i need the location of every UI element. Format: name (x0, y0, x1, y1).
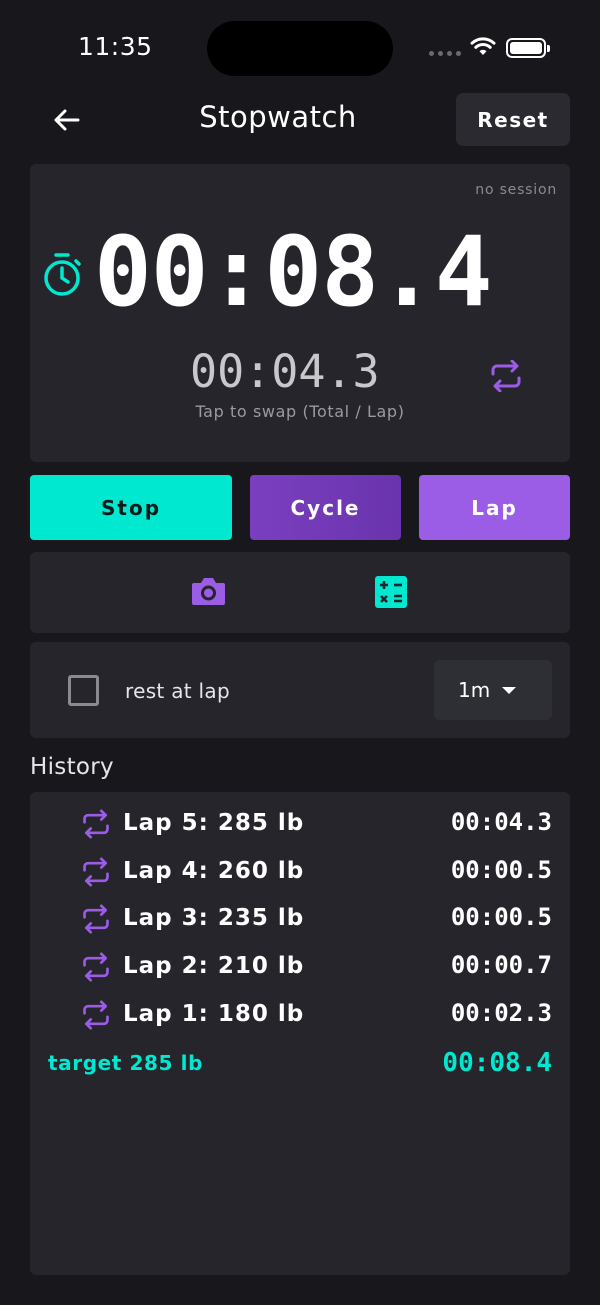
dynamic-island (207, 21, 393, 76)
list-item: Lap 1: 180 lb 00:02.3 (30, 995, 570, 1035)
lap-time-value: 00:04.3 (450, 808, 552, 836)
tools-bar (30, 552, 570, 633)
repeat-icon (83, 904, 109, 934)
lap-label: Lap 5: 285 lb (123, 810, 305, 836)
list-item: Lap 3: 235 lb 00:00.5 (30, 899, 570, 939)
list-item: Lap 5: 285 lb 00:04.3 (30, 804, 570, 844)
rest-row: rest at lap 1m (30, 642, 570, 738)
lap-time-value: 00:00.5 (450, 903, 552, 931)
rest-label: rest at lap (125, 679, 230, 703)
battery-icon (506, 38, 550, 58)
target-label: target 285 lb (48, 1051, 204, 1075)
stopwatch-icon (44, 253, 81, 296)
rest-duration-value: 1m (458, 678, 491, 702)
lap-time-value: 00:00.5 (450, 856, 552, 884)
repeat-icon (83, 809, 109, 839)
lap-button[interactable]: Lap (419, 475, 570, 540)
session-label: no session (475, 182, 557, 198)
timer-display[interactable]: no session 00:08.4 00:04.3 Tap to swap (… (30, 164, 570, 462)
cellular-signal-icon (429, 51, 461, 56)
lap-time-value: 00:00.7 (450, 951, 552, 979)
repeat-icon (83, 857, 109, 887)
history-list: Lap 5: 285 lb 00:04.3 Lap 4: 260 lb 00:0… (30, 792, 570, 1275)
lap-time: 00:04.3 (190, 345, 380, 398)
repeat-icon (83, 952, 109, 982)
rest-checkbox[interactable] (68, 675, 99, 706)
status-time: 11:35 (78, 32, 153, 61)
lap-label: Lap 2: 210 lb (123, 953, 305, 979)
total-row: target 285 lb 00:08.4 (30, 1048, 570, 1088)
calculator-icon[interactable] (375, 576, 407, 608)
repeat-icon (83, 1000, 109, 1030)
list-item: Lap 2: 210 lb 00:00.7 (30, 947, 570, 987)
status-bar: 11:35 (0, 0, 600, 96)
reset-button[interactable]: Reset (456, 93, 570, 146)
cycle-button[interactable]: Cycle (250, 475, 401, 540)
history-title: History (30, 754, 114, 780)
lap-time-value: 00:02.3 (450, 999, 552, 1027)
camera-icon[interactable] (191, 575, 226, 607)
swap-hint: Tap to swap (Total / Lap) (195, 402, 405, 421)
lap-label: Lap 1: 180 lb (123, 1001, 305, 1027)
repeat-icon[interactable] (489, 360, 523, 392)
stop-button[interactable]: Stop (30, 475, 232, 540)
wifi-icon (470, 37, 496, 55)
list-item: Lap 4: 260 lb 00:00.5 (30, 852, 570, 892)
chevron-down-icon (502, 687, 516, 694)
total-time-value: 00:08.4 (442, 1048, 552, 1078)
total-time: 00:08.4 (94, 216, 493, 328)
lap-label: Lap 4: 260 lb (123, 858, 305, 884)
lap-label: Lap 3: 235 lb (123, 905, 305, 931)
rest-duration-select[interactable]: 1m (434, 660, 552, 720)
